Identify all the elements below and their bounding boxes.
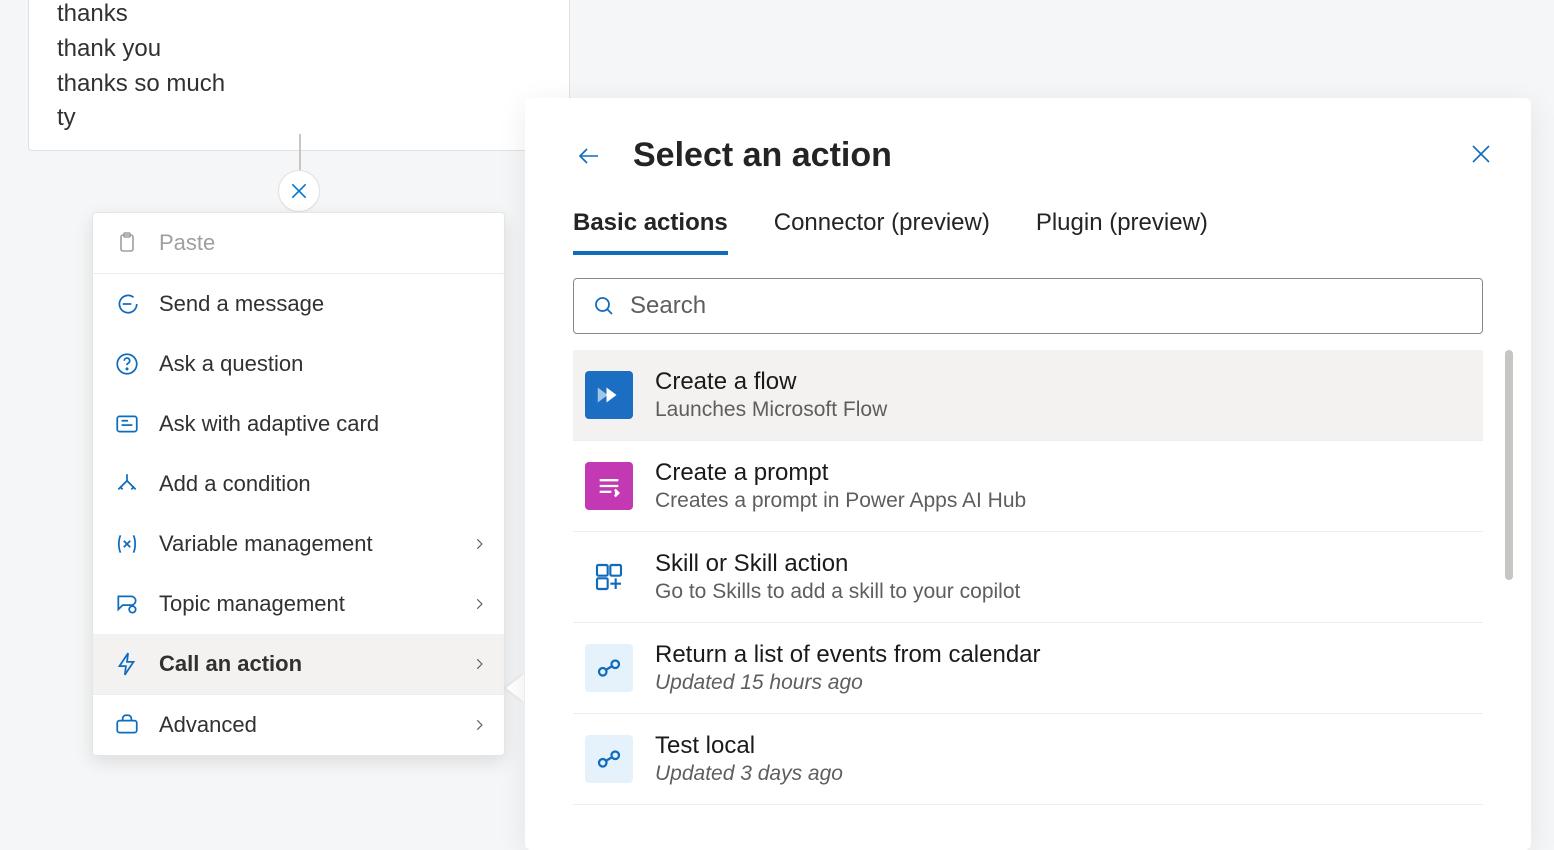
action-list: Create a flow Launches Microsoft Flow Cr… <box>573 350 1483 805</box>
menu-label: Paste <box>159 230 215 256</box>
toolbox-icon <box>113 711 141 739</box>
tab-basic-actions[interactable]: Basic actions <box>573 209 728 255</box>
chevron-right-icon <box>472 654 486 674</box>
panel-title: Select an action <box>633 136 892 175</box>
chevron-right-icon <box>472 534 486 554</box>
action-title: Create a prompt <box>655 459 1026 487</box>
back-button[interactable] <box>573 144 605 168</box>
scrollbar[interactable] <box>1505 350 1513 580</box>
action-title: Test local <box>655 732 843 760</box>
clipboard-icon <box>113 229 141 257</box>
menu-label: Ask a question <box>159 351 303 377</box>
close-icon <box>1469 142 1493 166</box>
menu-item-topic-management[interactable]: Topic management <box>93 574 504 634</box>
menu-item-variable-management[interactable]: Variable management <box>93 514 504 574</box>
action-create-prompt[interactable]: Create a prompt Creates a prompt in Powe… <box>573 441 1483 532</box>
menu-label: Send a message <box>159 291 324 317</box>
trigger-phrase: thanks <box>57 0 541 32</box>
trigger-phrases-card: thanks thank you thanks so much ty <box>28 0 570 151</box>
node-context-menu: Paste Send a message Ask a question Ask … <box>92 212 505 756</box>
action-title: Return a list of events from calendar <box>655 641 1041 669</box>
menu-label: Ask with adaptive card <box>159 411 379 437</box>
menu-label: Topic management <box>159 591 345 617</box>
action-skill[interactable]: Skill or Skill action Go to Skills to ad… <box>573 532 1483 623</box>
action-subtitle: Updated 3 days ago <box>655 762 843 786</box>
skill-icon <box>585 553 633 601</box>
action-subtitle: Launches Microsoft Flow <box>655 398 887 422</box>
branch-icon <box>113 470 141 498</box>
prompt-icon <box>585 462 633 510</box>
action-title: Create a flow <box>655 368 887 396</box>
trigger-phrase: ty <box>57 101 541 136</box>
lightning-icon <box>113 650 141 678</box>
menu-item-paste[interactable]: Paste <box>93 213 504 273</box>
action-subtitle: Creates a prompt in Power Apps AI Hub <box>655 489 1026 513</box>
menu-item-call-action[interactable]: Call an action <box>93 634 504 694</box>
flyout-pointer <box>506 674 524 702</box>
topic-icon <box>113 590 141 618</box>
trigger-phrase: thank you <box>57 32 541 67</box>
menu-item-add-condition[interactable]: Add a condition <box>93 454 504 514</box>
cloud-flow-icon <box>585 644 633 692</box>
arrow-left-icon <box>573 144 605 168</box>
search-box[interactable] <box>573 278 1483 334</box>
tab-connector[interactable]: Connector (preview) <box>774 209 990 255</box>
search-input[interactable] <box>630 292 1464 320</box>
chevron-right-icon <box>472 594 486 614</box>
menu-label: Call an action <box>159 651 302 677</box>
search-icon <box>592 294 616 318</box>
variable-icon <box>113 530 141 558</box>
question-icon <box>113 350 141 378</box>
menu-item-adaptive-card[interactable]: Ask with adaptive card <box>93 394 504 454</box>
menu-item-ask-question[interactable]: Ask a question <box>93 334 504 394</box>
action-subtitle: Updated 15 hours ago <box>655 671 1041 695</box>
select-action-panel: Select an action Basic actions Connector… <box>525 98 1531 850</box>
message-icon <box>113 290 141 318</box>
add-node-button[interactable] <box>278 170 320 212</box>
action-create-flow[interactable]: Create a flow Launches Microsoft Flow <box>573 350 1483 441</box>
action-title: Skill or Skill action <box>655 550 1020 578</box>
close-icon <box>289 181 309 201</box>
menu-label: Advanced <box>159 712 257 738</box>
trigger-phrase: thanks so much <box>57 67 541 102</box>
chevron-right-icon <box>472 715 486 735</box>
panel-tabs: Basic actions Connector (preview) Plugin… <box>573 209 1483 256</box>
action-calendar-events[interactable]: Return a list of events from calendar Up… <box>573 623 1483 714</box>
tab-plugin[interactable]: Plugin (preview) <box>1036 209 1208 255</box>
action-subtitle: Go to Skills to add a skill to your copi… <box>655 580 1020 604</box>
flow-icon <box>585 371 633 419</box>
menu-label: Variable management <box>159 531 373 557</box>
close-button[interactable] <box>1469 142 1493 166</box>
menu-item-advanced[interactable]: Advanced <box>93 695 504 755</box>
action-test-local[interactable]: Test local Updated 3 days ago <box>573 714 1483 805</box>
card-icon <box>113 410 141 438</box>
menu-label: Add a condition <box>159 471 311 497</box>
menu-item-send-message[interactable]: Send a message <box>93 274 504 334</box>
cloud-flow-icon <box>585 735 633 783</box>
